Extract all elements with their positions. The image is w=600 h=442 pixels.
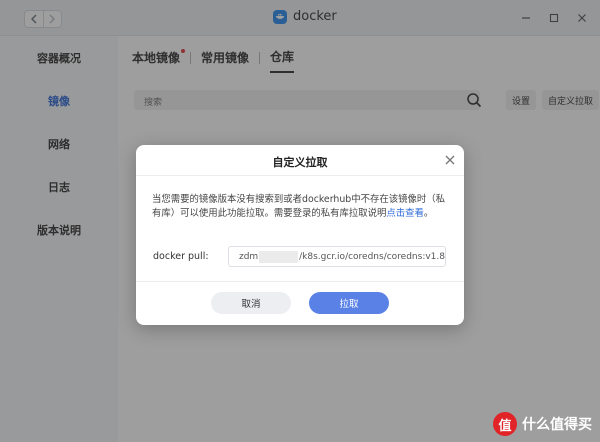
pull-value-prefix: zdm	[239, 251, 259, 262]
pull-value-suffix: /k8s.gcr.io/coredns/coredns:v1.8	[299, 251, 445, 262]
close-icon[interactable]	[444, 154, 456, 166]
pull-button[interactable]: 拉取	[309, 292, 389, 314]
dialog-title: 自定义拉取	[272, 156, 328, 169]
pull-row: docker pull: zdm/k8s.gcr.io/coredns/core…	[153, 246, 446, 267]
pull-label: docker pull:	[153, 251, 209, 262]
docker-window: docker 容器概况 镜像 网络 日志 版本说明 本地镜像 常用镜像 仓库 搜…	[0, 0, 600, 442]
redacted-segment	[259, 250, 299, 263]
cancel-button[interactable]: 取消	[211, 292, 291, 314]
dialog-description: 当您需要的镜像版本没有搜索到或者dockerhub中不存在该镜像时（私有库）可以…	[152, 193, 448, 221]
watermark-text: 什么值得买	[522, 417, 592, 433]
description-period: 。	[423, 208, 434, 219]
watermark-logo: 值	[493, 412, 517, 436]
watermark: 值 什么值得买	[493, 412, 592, 436]
pull-image-input[interactable]: zdm/k8s.gcr.io/coredns/coredns:v1.8	[228, 246, 446, 267]
dialog-footer-divider	[136, 281, 464, 282]
dialog-header-divider	[136, 175, 464, 176]
view-instructions-link[interactable]: 点击查看	[386, 208, 424, 219]
custom-pull-dialog: 自定义拉取 当您需要的镜像版本没有搜索到或者dockerhub中不存在该镜像时（…	[136, 145, 464, 325]
dialog-actions: 取消 拉取	[136, 292, 464, 314]
